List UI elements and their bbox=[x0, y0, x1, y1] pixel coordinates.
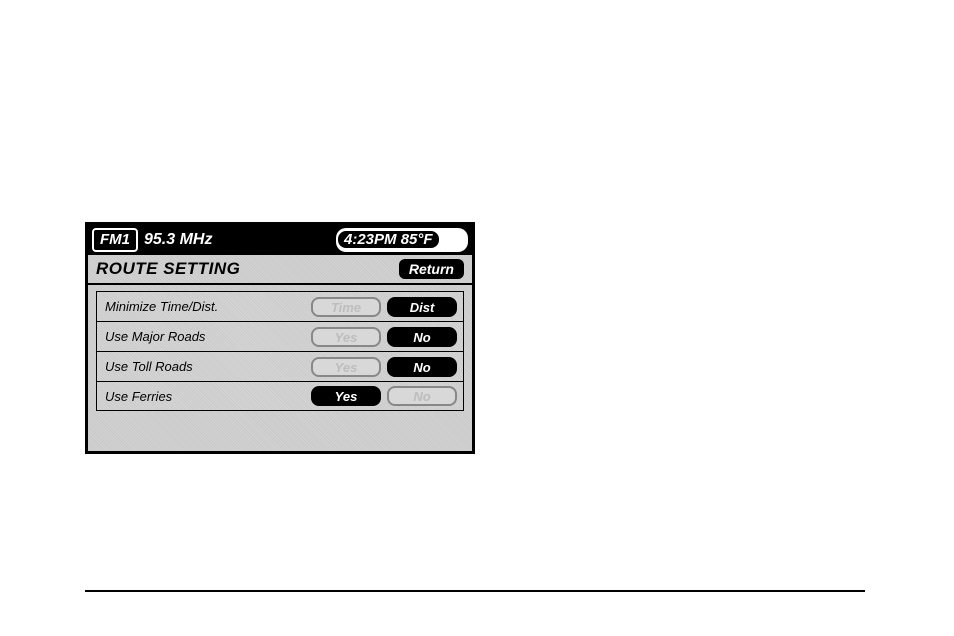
option-no[interactable]: No bbox=[387, 327, 457, 347]
option-yes[interactable]: Yes bbox=[311, 327, 381, 347]
clock-temp-text: 4:23PM 85°F bbox=[338, 231, 439, 248]
radio-band-badge: FM1 bbox=[92, 228, 138, 252]
option-yes[interactable]: Yes bbox=[311, 386, 381, 406]
option-time[interactable]: Time bbox=[311, 297, 381, 317]
top-status-bar: FM1 95.3 MHz 4:23PM 85°F bbox=[88, 225, 472, 255]
clock-temp-pill: 4:23PM 85°F bbox=[336, 228, 468, 252]
row-label: Minimize Time/Dist. bbox=[97, 299, 311, 314]
option-no[interactable]: No bbox=[387, 386, 457, 406]
screen-header: ROUTE SETTING Return bbox=[88, 255, 472, 285]
option-no[interactable]: No bbox=[387, 357, 457, 377]
radio-frequency: 95.3 MHz bbox=[144, 231, 330, 249]
row-label: Use Toll Roads bbox=[97, 359, 311, 374]
row-label: Use Major Roads bbox=[97, 329, 311, 344]
row-toll-roads: Use Toll Roads Yes No bbox=[96, 351, 464, 381]
option-dist[interactable]: Dist bbox=[387, 297, 457, 317]
row-minimize: Minimize Time/Dist. Time Dist bbox=[96, 291, 464, 321]
settings-list: Minimize Time/Dist. Time Dist Use Major … bbox=[88, 285, 472, 419]
row-ferries: Use Ferries Yes No bbox=[96, 381, 464, 411]
page-title: ROUTE SETTING bbox=[96, 259, 393, 279]
row-major-roads: Use Major Roads Yes No bbox=[96, 321, 464, 351]
page-divider bbox=[85, 590, 865, 592]
option-yes[interactable]: Yes bbox=[311, 357, 381, 377]
row-label: Use Ferries bbox=[97, 389, 311, 404]
return-button[interactable]: Return bbox=[399, 259, 464, 279]
nav-screen: FM1 95.3 MHz 4:23PM 85°F ROUTE SETTING R… bbox=[85, 222, 475, 454]
